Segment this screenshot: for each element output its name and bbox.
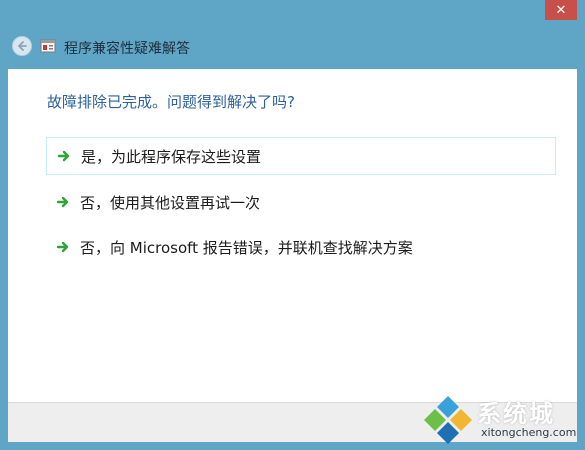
watermark: 系统城 xitongcheng.com bbox=[423, 392, 579, 446]
close-icon: ✕ bbox=[555, 2, 567, 18]
main-content: 故障排除已完成。问题得到解决了吗? 是，为此程序保存这些设置 否，使用其他设置再… bbox=[8, 69, 577, 402]
option-label: 是，为此程序保存这些设置 bbox=[81, 147, 262, 166]
option-label: 否，向 Microsoft 报告错误，并联机查找解决方案 bbox=[80, 238, 413, 257]
watermark-brand: 系统城 bbox=[477, 400, 555, 428]
watermark-logo-icon bbox=[424, 396, 472, 444]
watermark-url: xitongcheng.com bbox=[481, 426, 577, 439]
option-label: 否，使用其他设置再试一次 bbox=[80, 193, 261, 212]
option-try-again[interactable]: 否，使用其他设置再试一次 bbox=[46, 183, 556, 221]
question-heading: 故障排除已完成。问题得到解决了吗? bbox=[47, 93, 295, 111]
window-title: 程序兼容性疑难解答 bbox=[64, 41, 190, 57]
back-button[interactable] bbox=[12, 36, 32, 56]
troubleshooter-app-icon bbox=[40, 39, 56, 53]
green-arrow-icon bbox=[56, 241, 69, 253]
back-arrow-icon bbox=[18, 41, 27, 51]
dialog-window: ✕ 程序兼容性疑难解答 故障排除已完成。问题得到解决了吗? 是，为此程序保存这些… bbox=[0, 0, 585, 450]
green-arrow-icon bbox=[56, 196, 69, 208]
option-save-settings[interactable]: 是，为此程序保存这些设置 bbox=[46, 137, 556, 175]
close-button[interactable]: ✕ bbox=[545, 0, 577, 20]
option-report-error[interactable]: 否，向 Microsoft 报告错误，并联机查找解决方案 bbox=[46, 228, 556, 266]
title-bar: 程序兼容性疑难解答 bbox=[0, 28, 585, 66]
green-arrow-icon bbox=[57, 150, 70, 162]
